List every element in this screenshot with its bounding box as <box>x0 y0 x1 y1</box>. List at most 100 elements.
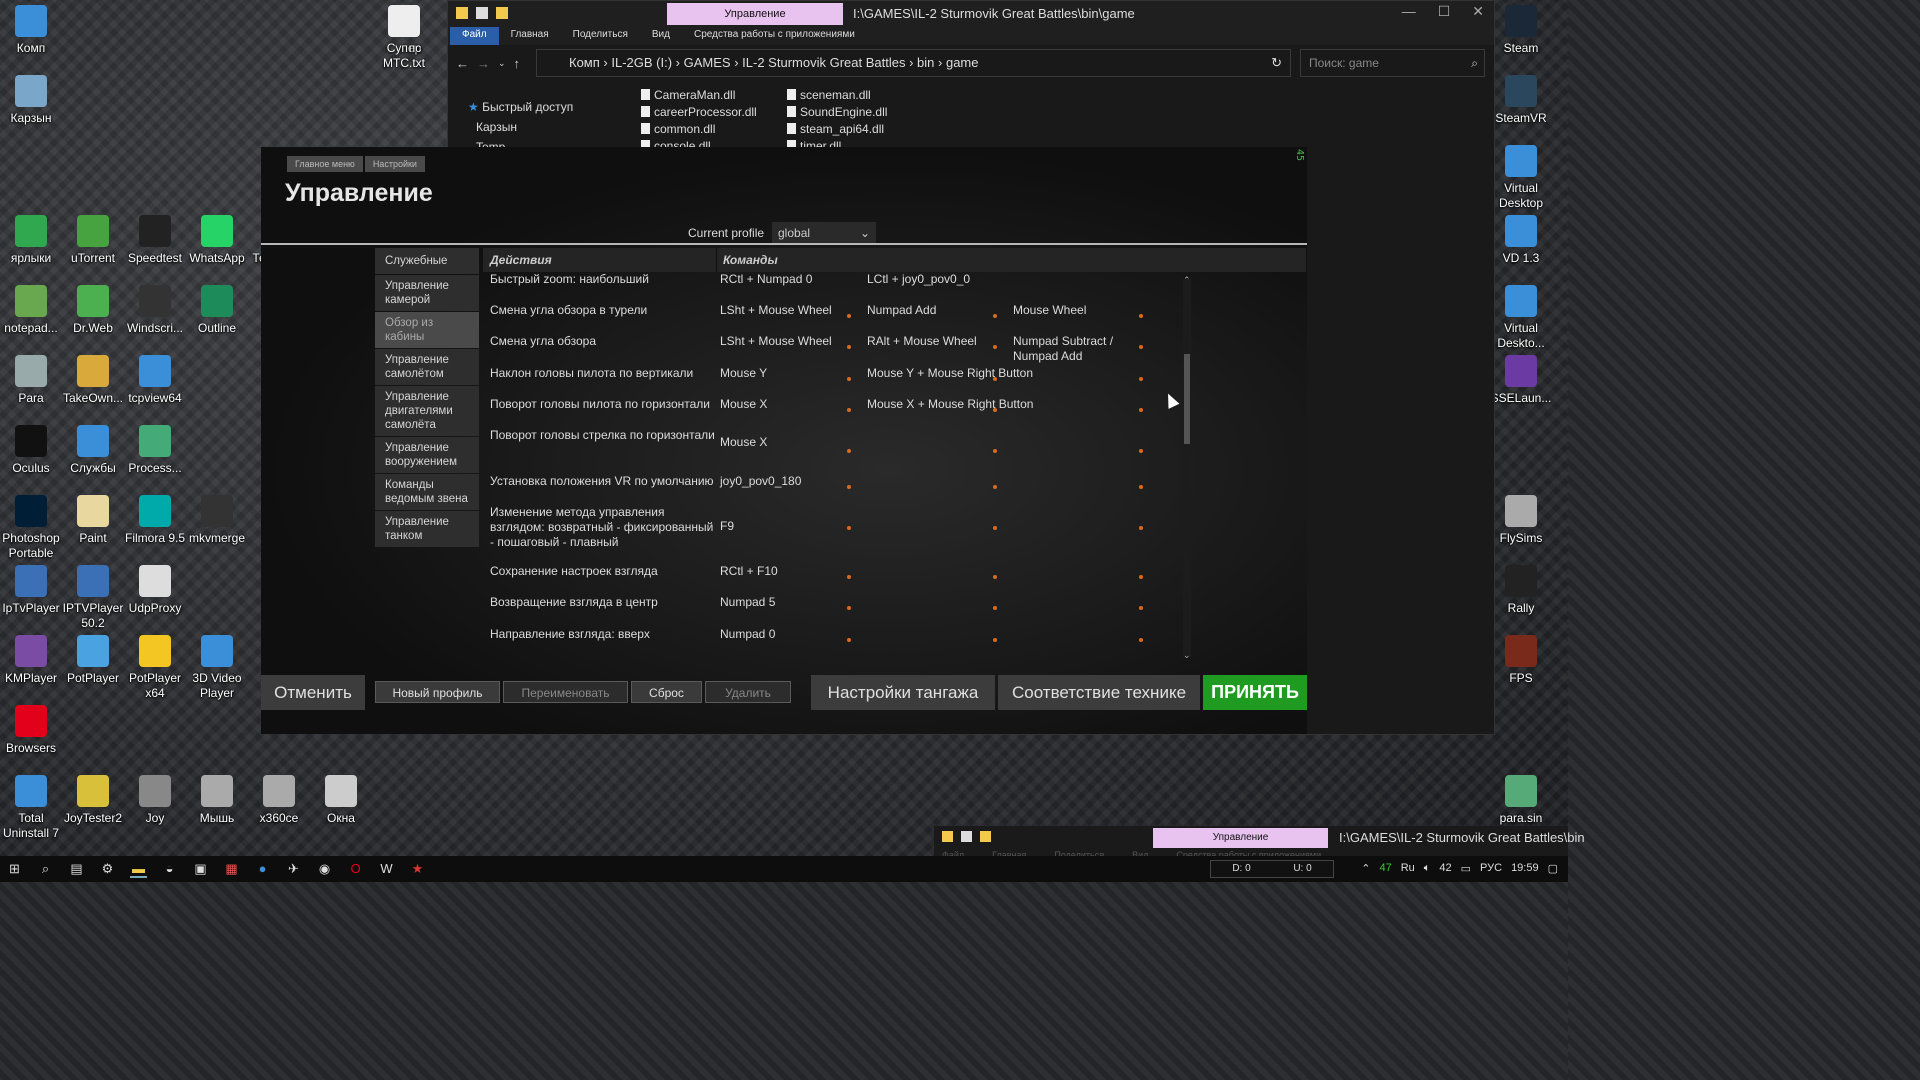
language-icon[interactable]: Ru <box>1401 862 1415 875</box>
desktop-shortcut[interactable]: para.sin <box>1489 775 1553 826</box>
breadcrumb-item[interactable]: Комп <box>569 55 600 70</box>
category-item[interactable]: Команды ведомым звена <box>375 474 479 510</box>
desktop-shortcut[interactable]: x360ce <box>248 775 310 826</box>
desktop-shortcut[interactable]: Process... <box>124 425 186 476</box>
desktop-shortcut[interactable]: Browsers <box>0 705 62 756</box>
desktop-shortcut[interactable]: Steam <box>1489 5 1553 56</box>
desktop-shortcut[interactable]: tcpview64 <box>124 355 186 406</box>
notifications-icon[interactable]: ▢ <box>1548 862 1558 875</box>
file-item[interactable]: careerProcessor.dll <box>641 104 787 121</box>
start-icon[interactable]: ⊞ <box>6 861 23 878</box>
scrollbar[interactable] <box>1183 279 1191 657</box>
tab-manage[interactable]: Управление <box>1153 828 1328 848</box>
desktop-shortcut[interactable]: Мышь <box>186 775 248 826</box>
desktop-shortcut[interactable]: PotPlayer x64 <box>124 635 186 701</box>
breadcrumb-item[interactable]: GAMES <box>684 55 731 70</box>
binding-primary[interactable]: Numpad 5 <box>720 595 775 610</box>
opera-icon[interactable]: O <box>347 861 364 878</box>
properties-icon[interactable] <box>961 831 972 842</box>
search-icon[interactable]: ⌕ <box>37 861 54 878</box>
desktop-shortcut[interactable]: Filmora 9.5 <box>124 495 186 546</box>
desktop-shortcut[interactable]: Total Uninstall 7 <box>0 775 62 841</box>
ribbon-tab-file[interactable]: Файл <box>450 27 499 45</box>
desktop-shortcut[interactable]: PotPlayer <box>62 635 124 686</box>
desktop-shortcut[interactable]: VD 1.3 <box>1489 215 1553 266</box>
desktop-shortcut[interactable]: Окна <box>310 775 372 826</box>
settings-icon[interactable]: ⚙ <box>99 861 116 878</box>
file-item[interactable]: steam_api64.dll <box>787 121 937 138</box>
folder-icon[interactable] <box>942 831 953 842</box>
new-folder-icon[interactable] <box>496 7 508 19</box>
desktop-shortcut[interactable]: Virtual Desktop <box>1489 145 1553 211</box>
quick-access-toolbar[interactable] <box>456 7 508 19</box>
recent-chevron-icon[interactable]: ⌄ <box>498 58 506 69</box>
binding-primary[interactable]: joy0_pov0_180 <box>720 474 801 489</box>
desktop-shortcut[interactable]: Paint <box>62 495 124 546</box>
file-item[interactable]: SoundEngine.dll <box>787 104 937 121</box>
ribbon-tab-share[interactable]: Поделиться <box>561 27 640 45</box>
desktop-shortcut[interactable]: WhatsApp <box>186 215 248 266</box>
app-icon[interactable]: ◒ <box>161 861 178 878</box>
category-item[interactable]: Обзор из кабины <box>375 312 479 348</box>
up-icon[interactable]: ↑ <box>514 56 521 71</box>
desktop-shortcut[interactable]: JoyTester2 <box>62 775 124 826</box>
desktop-shortcut[interactable]: Oculus <box>0 425 62 476</box>
desktop-shortcut[interactable]: TakeOwn... <box>62 355 124 406</box>
desktop-shortcut[interactable]: Para <box>0 355 62 406</box>
binding-primary[interactable]: LSht + Mouse Wheel <box>720 303 832 318</box>
back-icon[interactable]: ← <box>456 56 469 71</box>
binding-primary[interactable]: Mouse Y <box>720 366 767 381</box>
nav-item-recycle[interactable]: Карзын <box>468 117 573 137</box>
store-icon[interactable]: ▣ <box>192 861 209 878</box>
desktop-shortcut[interactable]: 3D Video Player <box>186 635 248 701</box>
category-item[interactable]: Управление танком <box>375 511 479 547</box>
notes-icon[interactable]: ▤ <box>68 861 85 878</box>
breadcrumb-item[interactable]: game <box>946 55 979 70</box>
delete-button[interactable]: Удалить <box>705 681 791 703</box>
binding-primary[interactable]: Mouse X <box>720 397 767 412</box>
binding-secondary[interactable]: Numpad Add <box>867 303 936 318</box>
secondary-explorer-window[interactable]: Управление I:\GAMES\IL-2 Sturmovik Great… <box>934 826 1585 860</box>
breadcrumb-settings[interactable]: Настройки <box>364 156 425 172</box>
category-item[interactable]: Управление камерой <box>375 275 479 311</box>
desktop-shortcut[interactable]: Rally <box>1489 565 1553 616</box>
desktop-shortcut[interactable]: IPTVPlayer 50.2 <box>62 565 124 631</box>
globe-icon[interactable]: ● <box>254 861 271 878</box>
file-item[interactable]: sceneman.dll <box>787 87 937 104</box>
scroll-thumb[interactable] <box>1184 354 1190 444</box>
binding-secondary[interactable]: RAlt + Mouse Wheel <box>867 334 977 349</box>
maximize-icon[interactable]: ☐ <box>1438 3 1451 20</box>
gamepad-icon[interactable]: ◉ <box>316 861 333 878</box>
minimize-icon[interactable]: — <box>1402 3 1416 20</box>
tech-match-button[interactable]: Соответствие технике <box>998 675 1200 710</box>
desktop-shortcut[interactable]: Комп <box>0 5 62 56</box>
desktop-shortcut[interactable]: Карзын <box>0 75 62 126</box>
desktop-shortcut[interactable]: Службы <box>62 425 124 476</box>
ribbon-tab-home[interactable]: Главная <box>499 27 561 45</box>
breadcrumb-item[interactable]: bin <box>917 55 934 70</box>
nav-item-quick-access[interactable]: ★ Быстрый доступ <box>468 97 573 117</box>
plane-icon[interactable]: ✈ <box>285 861 302 878</box>
address-bar[interactable]: Комп › IL-2GB (I:) › GAMES › IL-2 Sturmo… <box>536 49 1291 77</box>
new-folder-icon[interactable] <box>980 831 991 842</box>
breadcrumb-main-menu[interactable]: Главное меню <box>287 156 363 172</box>
category-item[interactable]: Управление двигателями самолёта <box>375 386 479 436</box>
binding-secondary[interactable]: Mouse Y + Mouse Right Button <box>867 366 1033 381</box>
profile-select[interactable]: global ⌄ <box>772 222 876 244</box>
binding-tertiary[interactable]: Mouse Wheel <box>1013 303 1143 318</box>
properties-icon[interactable] <box>476 7 488 19</box>
tab-manage[interactable]: Управление <box>667 3 843 25</box>
cancel-button[interactable]: Отменить <box>261 675 365 710</box>
explorer-titlebar[interactable]: Управление I:\GAMES\IL-2 Sturmovik Great… <box>448 1 1494 27</box>
binding-tertiary[interactable]: Numpad Subtract / Numpad Add <box>1013 334 1143 364</box>
file-item[interactable]: common.dll <box>641 121 787 138</box>
desktop-shortcut[interactable]: Windscri... <box>124 285 186 336</box>
desktop-shortcut[interactable]: Outline <box>186 285 248 336</box>
desktop-shortcut[interactable]: uTorrent <box>62 215 124 266</box>
desktop-shortcut[interactable]: mkvmerge <box>186 495 248 546</box>
breadcrumb-item[interactable]: IL-2 Sturmovik Great Battles <box>742 55 905 70</box>
tray-expand-icon[interactable]: ⌃ <box>1361 862 1370 875</box>
desktop-shortcut[interactable]: пс <box>404 5 426 56</box>
close-icon[interactable]: ✕ <box>1472 3 1484 20</box>
reset-button[interactable]: Сброс <box>631 681 702 703</box>
